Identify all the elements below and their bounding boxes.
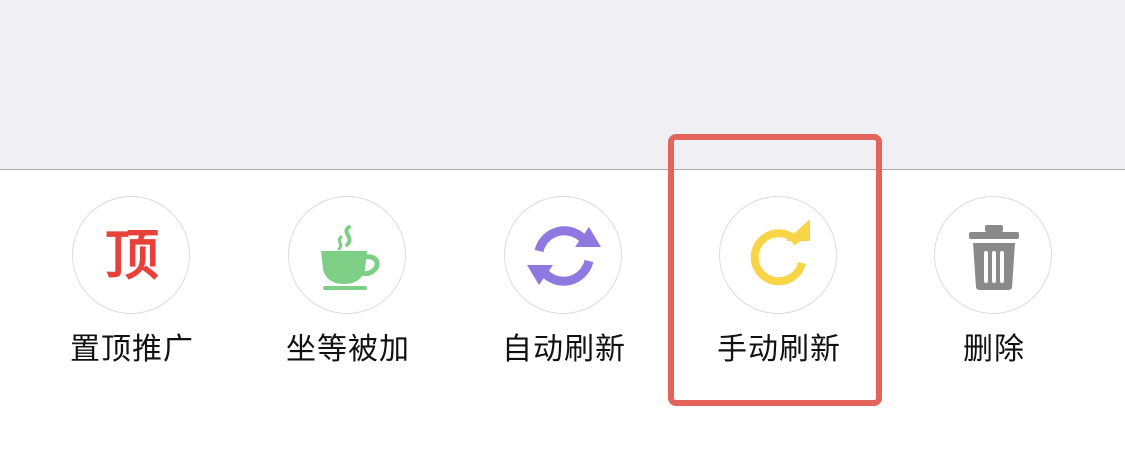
- wait-to-be-added-button[interactable]: 坐等被加: [268, 196, 428, 376]
- coffee-cup-icon: [288, 196, 406, 314]
- pin-promote-label: 置顶推广: [70, 332, 194, 367]
- manual-refresh-button[interactable]: 手动刷新: [699, 196, 859, 376]
- auto-refresh-label: 自动刷新: [502, 332, 626, 367]
- dimmed-background[interactable]: [0, 0, 1125, 170]
- pin-top-icon: 顶: [72, 196, 190, 314]
- trash-icon: [934, 196, 1052, 314]
- pin-top-glyph: 顶: [105, 224, 159, 287]
- manual-refresh-label: 手动刷新: [717, 332, 841, 367]
- wait-to-be-added-label: 坐等被加: [286, 332, 410, 367]
- auto-refresh-button[interactable]: 自动刷新: [484, 196, 644, 376]
- pin-promote-button[interactable]: 顶 置顶推广: [52, 196, 212, 376]
- action-sheet: 顶 置顶推广 坐等被加 自动刷新 手动刷新 删除: [0, 170, 1125, 469]
- sync-arrows-icon: [504, 196, 622, 314]
- refresh-icon: [719, 196, 837, 314]
- delete-button[interactable]: 删除: [914, 196, 1074, 376]
- delete-label: 删除: [963, 332, 1025, 367]
